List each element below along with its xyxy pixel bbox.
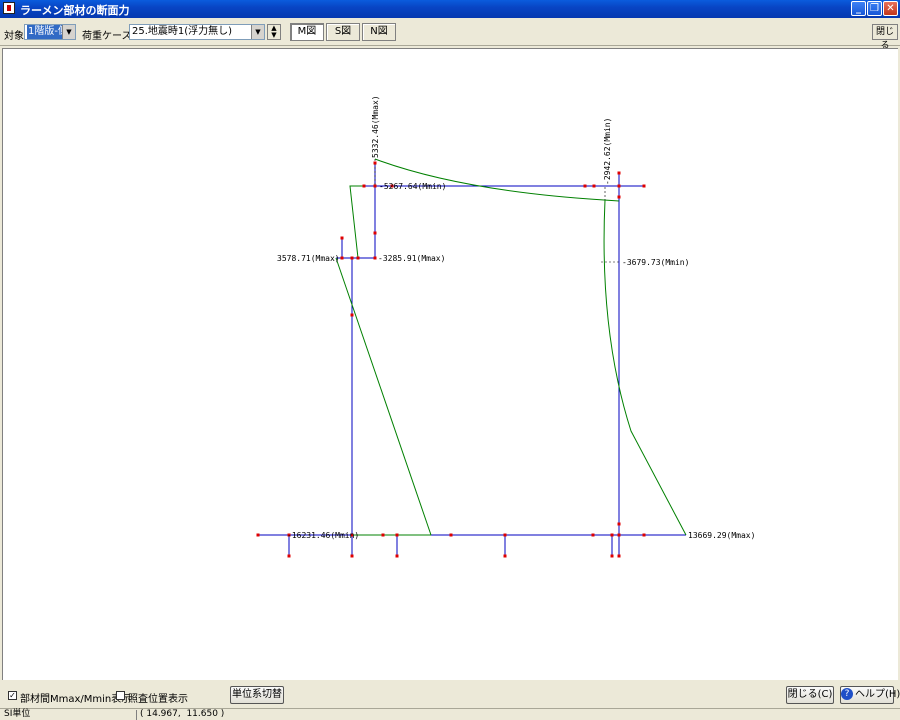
- node-marker: [592, 184, 596, 188]
- node-markers: [256, 161, 646, 558]
- node-marker: [350, 313, 354, 317]
- value-labels: 5332.46(Mmax) -5267.64(Mmin) 3578.71(Mma…: [277, 95, 755, 540]
- upper-column-moment-curve: [349, 185, 364, 259]
- right-wall-moment-curve: [603, 199, 687, 536]
- node-marker: [373, 184, 377, 188]
- close-top-button[interactable]: 閉じる: [872, 24, 898, 51]
- help-button[interactable]: ? ヘルプ(H): [840, 686, 900, 704]
- help-icon: ?: [841, 688, 853, 700]
- status-coordinates: ( 14.967, 11.650 ): [140, 709, 225, 719]
- node-marker: [591, 533, 595, 537]
- node-marker: [610, 533, 614, 537]
- node-marker: [503, 554, 507, 558]
- maximize-button[interactable]: ❐: [867, 1, 882, 16]
- node-marker: [356, 256, 360, 260]
- node-marker: [373, 231, 377, 235]
- status-unit: SI単位: [4, 709, 31, 719]
- node-marker: [610, 554, 614, 558]
- loadcase-label: 荷重ケース: [82, 31, 132, 42]
- upper-col-label: -3285.91(Mmax): [378, 254, 445, 263]
- right-wall-min-label: -3679.73(Mmin): [622, 258, 689, 267]
- check-icon: ✓: [9, 691, 16, 700]
- frame-members: [258, 163, 686, 556]
- node-marker: [373, 256, 377, 260]
- moment-diagram: 5332.46(Mmax) -5267.64(Mmin) 3578.71(Mma…: [256, 95, 755, 558]
- m-diagram-button[interactable]: M図: [290, 23, 324, 41]
- node-marker: [617, 554, 621, 558]
- node-marker: [395, 554, 399, 558]
- bottom-min-label: -16231.46(Mmin): [287, 531, 359, 540]
- top-slab-moment-curve: [374, 158, 620, 202]
- node-marker: [642, 184, 646, 188]
- target-label: 対象: [4, 31, 24, 42]
- node-marker: [373, 161, 377, 165]
- minimize-button[interactable]: _: [851, 1, 866, 16]
- node-marker: [350, 256, 354, 260]
- loadcase-select[interactable]: 25.地震時1(浮力無し) ▼: [129, 24, 265, 40]
- node-marker: [350, 554, 354, 558]
- left-upper-max-label: 3578.71(Mmax): [277, 254, 340, 263]
- top-min-label: -5267.64(Mmin): [379, 182, 446, 191]
- window-close-button[interactable]: ✕: [883, 1, 898, 16]
- node-marker: [617, 522, 621, 526]
- loadcase-spinner[interactable]: ▲ ▼: [267, 24, 281, 40]
- moment-curves: [335, 158, 687, 536]
- node-marker: [340, 256, 344, 260]
- status-separator: [136, 710, 137, 720]
- node-marker: [256, 533, 260, 537]
- node-marker: [449, 533, 453, 537]
- node-marker: [642, 533, 646, 537]
- node-marker: [617, 184, 621, 188]
- top-max-label: 5332.46(Mmax): [371, 95, 380, 158]
- node-marker: [583, 184, 587, 188]
- window-title: ラーメン部材の断面力: [20, 4, 130, 17]
- left-wall-moment-curve: [335, 257, 432, 536]
- node-marker: [503, 533, 507, 537]
- n-diagram-button[interactable]: N図: [362, 23, 396, 41]
- node-marker: [395, 533, 399, 537]
- close-button[interactable]: 閉じる(C): [786, 686, 834, 704]
- right-top-min-label: -2942.62(Mmin): [603, 118, 612, 185]
- node-marker: [617, 171, 621, 175]
- node-marker: [381, 533, 385, 537]
- node-marker: [340, 236, 344, 240]
- check-position-label: 照査位置表示: [128, 694, 188, 705]
- mmax-mmin-checkbox[interactable]: ✓: [8, 691, 17, 700]
- node-marker: [617, 195, 621, 199]
- diagram-canvas[interactable]: 5332.46(Mmax) -5267.64(Mmin) 3578.71(Mma…: [2, 48, 898, 680]
- bottom-max-label: 13669.29(Mmax): [688, 531, 755, 540]
- s-diagram-button[interactable]: S図: [326, 23, 360, 41]
- app-icon: [3, 2, 15, 14]
- loadcase-select-value: 25.地震時1(浮力無し): [132, 26, 233, 37]
- bottom-bar: ✓ 部材間Mmax/Mmin表示 照査位置表示 単位系切替 閉じる(C) ? ヘル…: [0, 680, 900, 708]
- status-bar: SI単位 ( 14.967, 11.650 ): [0, 708, 900, 720]
- title-bar: ラーメン部材の断面力 _ ❐ ✕: [0, 0, 900, 18]
- node-marker: [362, 184, 366, 188]
- check-position-checkbox[interactable]: [116, 691, 125, 700]
- node-marker: [617, 533, 621, 537]
- node-marker: [287, 554, 291, 558]
- chevron-down-icon[interactable]: ▼: [251, 25, 264, 39]
- help-button-label: ヘルプ(H): [855, 689, 900, 700]
- toolbar: 対象 1階版-側壁 ▼ 荷重ケース 25.地震時1(浮力無し) ▼ ▲ ▼ M図 …: [0, 18, 900, 51]
- leader-lines: [374, 159, 621, 263]
- mmax-mmin-label: 部材間Mmax/Mmin表示: [20, 694, 132, 705]
- target-select[interactable]: 1階版-側壁 ▼: [24, 24, 76, 40]
- chevron-down-icon[interactable]: ▼: [62, 25, 75, 39]
- unit-switch-button[interactable]: 単位系切替: [230, 686, 284, 704]
